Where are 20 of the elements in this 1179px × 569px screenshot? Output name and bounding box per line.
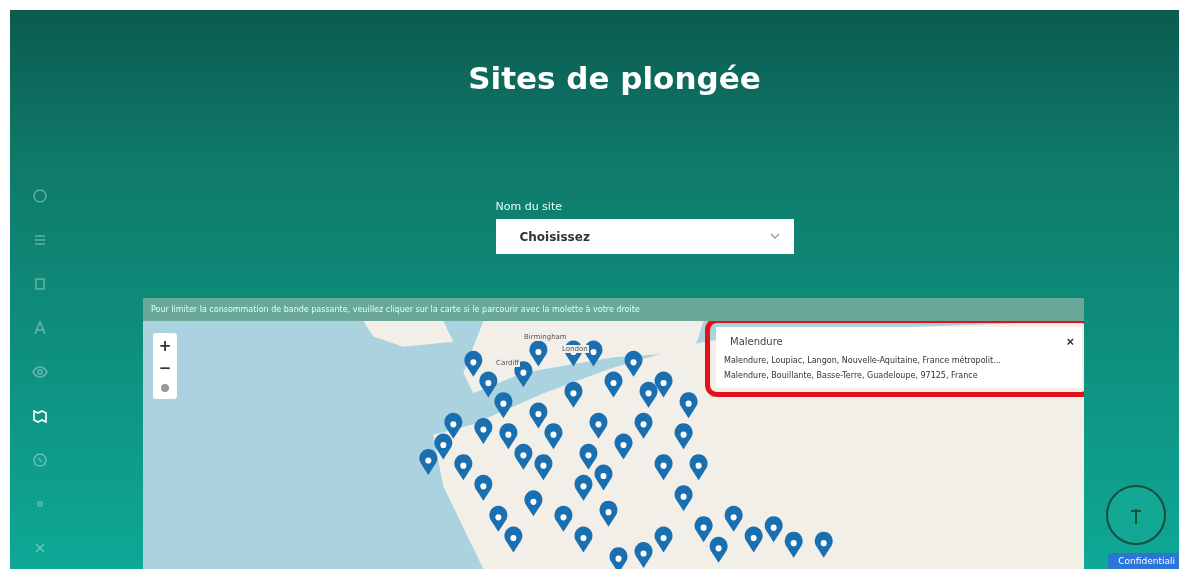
zoom-out-button[interactable]: −	[158, 357, 172, 379]
chevron-down-icon	[769, 233, 780, 240]
zoom-in-button[interactable]: +	[158, 335, 172, 357]
map-notice: Pour limiter la consommation de bande passante, veuillez cliquer sur la carte si le parcourir avec la molette à votre droite	[150, 304, 641, 316]
sidebar-icon[interactable]	[32, 188, 48, 204]
search-result[interactable]: Malendure, Bouillante, Basse-Terre, Guadeloupe, 97125, France	[724, 371, 1074, 380]
search-result[interactable]: Malendure, Loupiac, Langon, Nouvelle-Aquitaine, France métropolit...	[724, 356, 1074, 365]
sidebar-icon[interactable]	[32, 408, 48, 424]
sidebar-icon[interactable]	[32, 232, 48, 248]
search-field[interactable]: Malendure	[724, 333, 789, 350]
sidebar-icon[interactable]	[32, 452, 48, 468]
locate-icon[interactable]	[160, 383, 170, 393]
page-title: Sites de plongée	[468, 60, 761, 96]
site-select[interactable]: Choisissez	[495, 219, 794, 254]
sidebar-icon[interactable]	[32, 320, 48, 336]
field-label: Nom du site	[495, 200, 563, 213]
privacy-badge[interactable]: Confidentiali	[1108, 553, 1179, 569]
sidebar-icon[interactable]	[32, 364, 48, 380]
clear-button[interactable]: ×	[1066, 334, 1074, 349]
sidebar-icon[interactable]	[32, 276, 48, 292]
